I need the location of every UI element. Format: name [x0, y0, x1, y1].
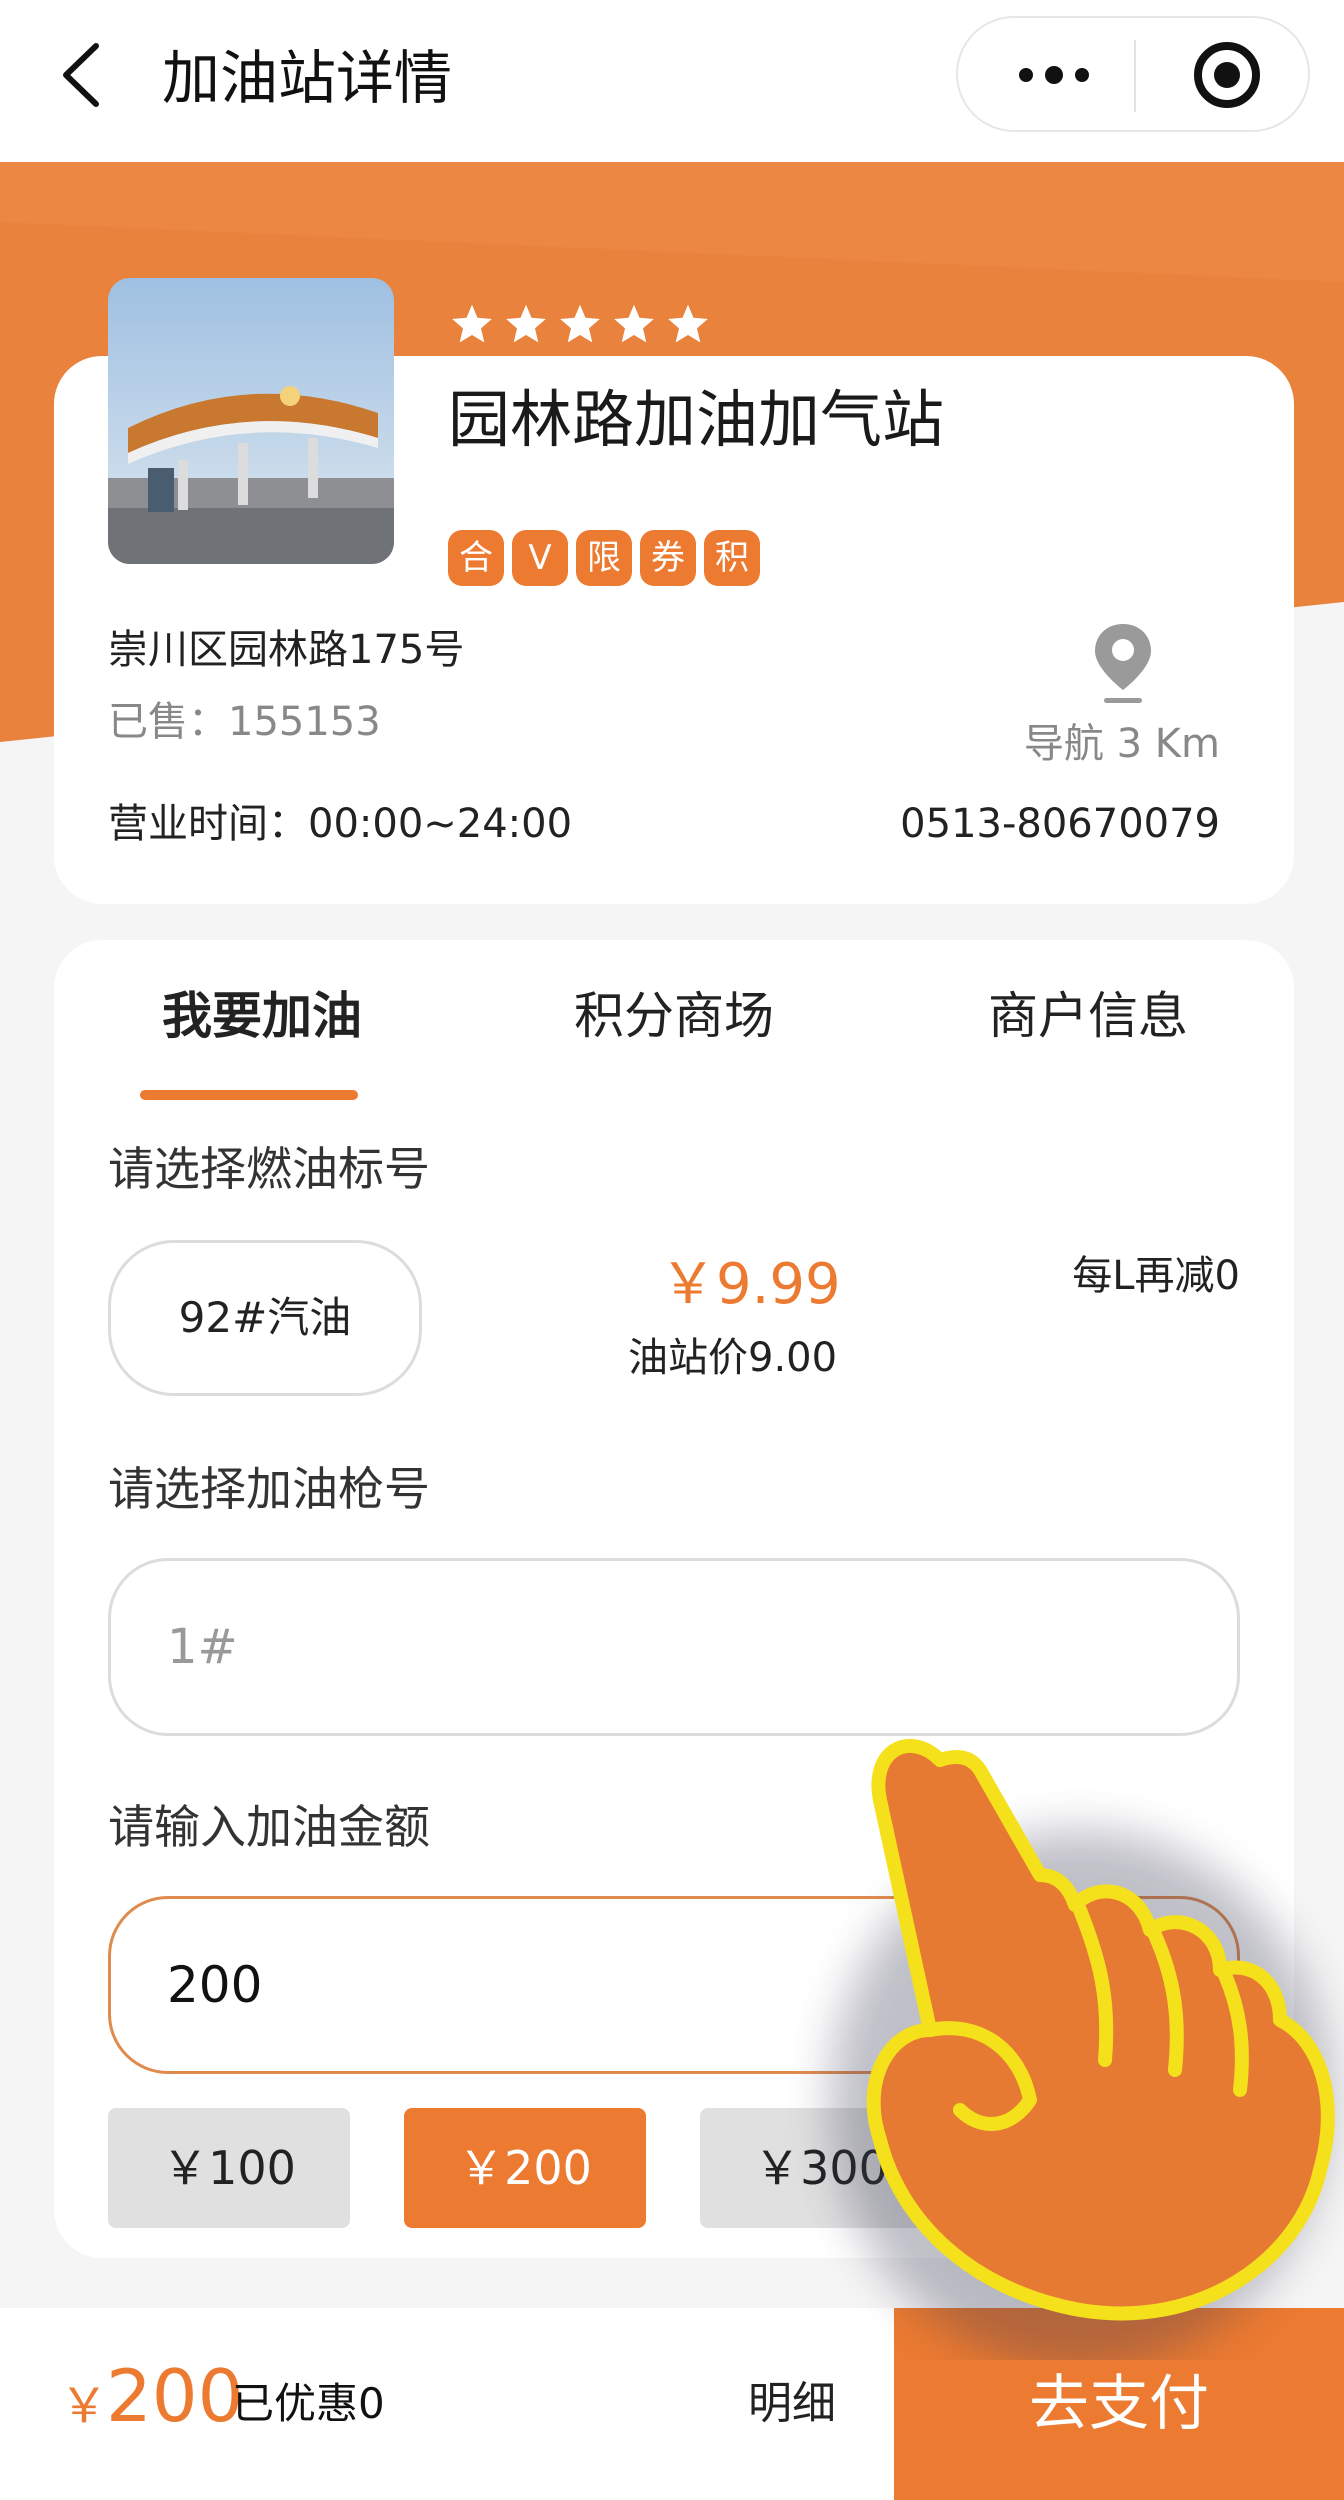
service-tags: 合 V 限 券 积 — [448, 530, 760, 586]
tag-badge: 限 — [576, 530, 632, 586]
back-arrow-icon[interactable] — [58, 40, 106, 110]
tab-merchant-info[interactable]: 商户信息 — [988, 976, 1188, 1056]
star-icon — [668, 304, 708, 343]
star-icon — [452, 304, 492, 343]
gun-number-input[interactable]: 1# — [108, 1558, 1240, 1736]
rating-stars — [450, 302, 710, 346]
tab-points-mall[interactable]: 积分商场 — [574, 976, 774, 1056]
quick-amount-300[interactable]: ￥300 — [700, 2108, 942, 2228]
location-pin-icon[interactable] — [1090, 620, 1156, 706]
total-currency: ￥ — [60, 2378, 109, 2434]
navigation-distance[interactable]: 导航 3 Km — [1024, 716, 1220, 772]
star-icon — [560, 304, 600, 343]
quick-amount-200[interactable]: ￥200 — [404, 2108, 646, 2228]
sold-count: 已售：155153 — [108, 699, 381, 745]
station-phone[interactable]: 0513-80670079 — [900, 796, 1220, 852]
page-title: 加油站详情 — [162, 44, 453, 112]
tag-badge: 券 — [640, 530, 696, 586]
nav-bar: 加油站详情 — [0, 0, 1344, 162]
active-tab-indicator — [140, 1090, 358, 1100]
star-icon — [506, 304, 546, 343]
star-icon — [614, 304, 654, 343]
tag-badge: V — [512, 530, 568, 586]
mini-program-capsule — [956, 16, 1310, 132]
pay-button[interactable]: 去支付 — [894, 2308, 1344, 2500]
tag-badge: 积 — [704, 530, 760, 586]
station-photo — [108, 278, 394, 564]
fuel-price: ￥9.99 — [660, 1252, 841, 1317]
close-miniprogram-icon[interactable] — [1194, 42, 1260, 108]
more-icon[interactable] — [1004, 50, 1104, 100]
gun-number-label: 请选择加油枪号 — [108, 1462, 430, 1516]
capsule-divider — [1134, 40, 1136, 112]
station-address: 崇川区园林路175号 — [108, 627, 465, 673]
discount-saved: 已优惠0 — [232, 2379, 385, 2428]
business-hours: 营业时间：00:00~24:00 — [108, 801, 573, 847]
fuel-type-button[interactable]: 92#汽油 — [108, 1240, 422, 1396]
detail-link[interactable]: 明细 — [748, 2374, 836, 2434]
amount-label: 请输入加油金额 — [108, 1800, 430, 1854]
total-amount: 200 — [106, 2354, 244, 2438]
quick-amount-100[interactable]: ￥100 — [108, 2108, 350, 2228]
tag-badge: 合 — [448, 530, 504, 586]
station-name: 园林路加油加气站 — [448, 383, 945, 456]
tab-refuel[interactable]: 我要加油 — [162, 976, 362, 1056]
liters-estimate: 21.53L — [1022, 1963, 1180, 2017]
fuel-type-label: 请选择燃油标号 — [108, 1142, 430, 1196]
station-price: 油站价9.00 — [628, 1335, 838, 1381]
per-liter-discount: 每L再减0 — [1072, 1253, 1240, 1299]
